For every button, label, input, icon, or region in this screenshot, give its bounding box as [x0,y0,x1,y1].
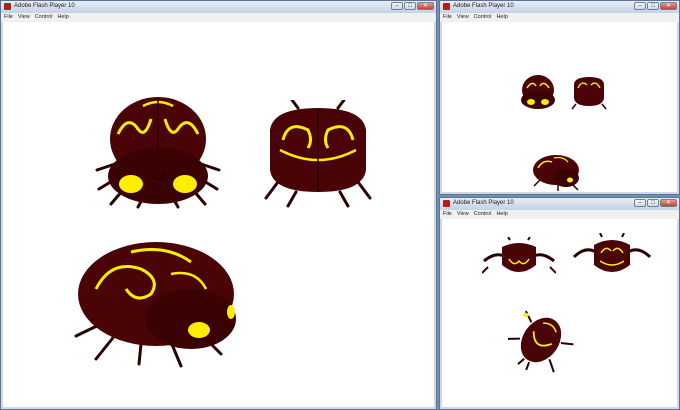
menu-bar: File View Control Help [1,13,436,22]
beetle-spread-wings-right [572,233,652,272]
menu-file[interactable]: File [443,210,452,219]
beetle-side-view-small [533,155,579,191]
close-button[interactable]: ✕ [660,199,677,207]
minimize-button[interactable]: – [634,2,646,10]
maximize-button[interactable]: □ [404,2,416,10]
flash-stage[interactable] [442,22,677,192]
flash-app-icon [4,3,11,10]
beetle-back-view [264,100,372,208]
menu-help[interactable]: Help [496,13,507,22]
beetle-front-view [95,97,221,209]
maximize-button[interactable]: □ [647,2,659,10]
beetle-flipped-view [508,310,574,373]
title-bar[interactable]: Adobe Flash Player 10 – □ ✕ [1,1,436,13]
maximize-button[interactable]: □ [647,199,659,207]
menu-file[interactable]: File [4,13,13,22]
flash-app-icon [443,3,450,10]
beetle-spread-wings-left [482,237,556,274]
flash-app-icon [443,200,450,207]
window-title: Adobe Flash Player 10 [453,3,514,9]
flash-stage[interactable] [442,219,677,407]
beetle-back-view-small [571,77,607,110]
close-button[interactable]: ✕ [660,2,677,10]
menu-control[interactable]: Control [35,13,53,22]
title-bar[interactable]: Adobe Flash Player 10 – □ ✕ [440,1,679,13]
flash-player-window-top-right: Adobe Flash Player 10 – □ ✕ File View Co… [439,0,680,195]
menu-bar: File View Control Help [440,13,679,22]
close-button[interactable]: ✕ [417,2,434,10]
flash-stage[interactable] [3,22,434,407]
menu-help[interactable]: Help [496,210,507,219]
menu-bar: File View Control Help [440,210,679,219]
minimize-button[interactable]: – [634,199,646,207]
menu-file[interactable]: File [443,13,452,22]
menu-control[interactable]: Control [474,210,492,219]
menu-view[interactable]: View [457,13,469,22]
menu-view[interactable]: View [18,13,30,22]
beetle-side-view [74,242,236,368]
menu-view[interactable]: View [457,210,469,219]
minimize-button[interactable]: – [391,2,403,10]
menu-control[interactable]: Control [474,13,492,22]
flash-player-window-bottom-right: Adobe Flash Player 10 – □ ✕ File View Co… [439,197,680,410]
title-bar[interactable]: Adobe Flash Player 10 – □ ✕ [440,198,679,210]
menu-help[interactable]: Help [57,13,68,22]
flash-player-window-main: Adobe Flash Player 10 – □ ✕ File View Co… [0,0,437,410]
beetle-front-view-small [521,75,555,109]
window-title: Adobe Flash Player 10 [453,200,514,206]
window-title: Adobe Flash Player 10 [14,3,75,9]
